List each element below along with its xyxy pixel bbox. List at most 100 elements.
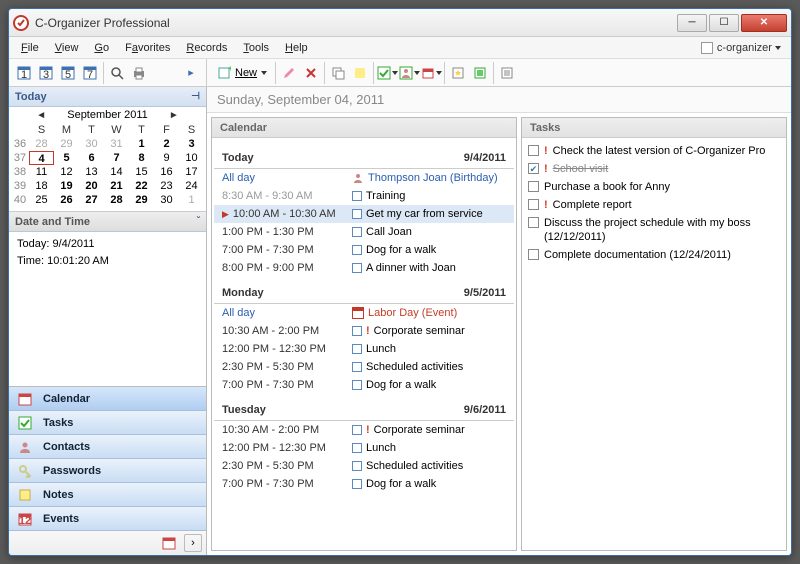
collapse-icon[interactable]: ˇ	[197, 216, 200, 227]
calendar-day[interactable]: 21	[104, 179, 129, 193]
calendar-day[interactable]: 7	[104, 151, 129, 165]
event-row[interactable]: 1:00 PM - 1:30 PM Call Joan	[214, 223, 514, 241]
menu-tools[interactable]: Tools	[235, 40, 277, 56]
calendar-day[interactable]: 28	[104, 193, 129, 207]
calendar-day[interactable]: 14	[104, 165, 129, 179]
event-row[interactable]: All day Labor Day (Event)	[214, 304, 514, 322]
event-row[interactable]: 7:00 PM - 7:30 PM Dog for a walk	[214, 241, 514, 259]
task-checkbox[interactable]	[528, 217, 539, 228]
task-checkbox[interactable]	[528, 199, 539, 210]
calendar-day[interactable]: 3	[179, 137, 204, 151]
toolbar-expand-button[interactable]: ▸	[180, 62, 202, 84]
nav-item-notes[interactable]: Notes	[9, 483, 206, 507]
view-day-button[interactable]: 1	[13, 62, 35, 84]
nav-item-passwords[interactable]: Passwords	[9, 459, 206, 483]
menu-records[interactable]: Records	[178, 40, 235, 56]
event-row[interactable]: 12:00 PM - 12:30 PM Lunch	[214, 340, 514, 358]
menu-help[interactable]: Help	[277, 40, 316, 56]
search-button[interactable]	[106, 62, 128, 84]
context-selector[interactable]: c-organizer	[695, 40, 787, 56]
calendar-day[interactable]: 28	[29, 137, 54, 151]
calendar-day[interactable]: 4	[29, 151, 54, 165]
calendar-day[interactable]: 22	[129, 179, 154, 193]
task-row[interactable]: Discuss the project schedule with my bos…	[528, 214, 780, 246]
calendar-day[interactable]: 15	[129, 165, 154, 179]
view-5day-button[interactable]: 5	[57, 62, 79, 84]
event-row[interactable]: 2:30 PM - 5:30 PM Scheduled activities	[214, 457, 514, 475]
calendar-day[interactable]: 19	[54, 179, 79, 193]
calendar-day[interactable]: 29	[129, 193, 154, 207]
check-button[interactable]	[376, 62, 398, 84]
calendar-day[interactable]: 30	[154, 193, 179, 207]
calendar-day[interactable]: 9	[154, 151, 179, 165]
calendar-day[interactable]: 8	[129, 151, 154, 165]
task-row[interactable]: Complete documentation (12/24/2011)	[528, 246, 780, 264]
calendar-day[interactable]: 30	[79, 137, 104, 151]
today-panel-header[interactable]: Today ⊣	[9, 87, 206, 107]
nav-item-events[interactable]: 12 Events	[9, 507, 206, 531]
event-row[interactable]: 8:30 AM - 9:30 AM Training	[214, 187, 514, 205]
calendar-day[interactable]: 6	[79, 151, 104, 165]
menu-file[interactable]: File	[13, 40, 47, 56]
calendar-day[interactable]: 10	[179, 151, 204, 165]
delete-button[interactable]	[300, 62, 322, 84]
calendar-day[interactable]: 1	[129, 137, 154, 151]
calendar-day[interactable]: 27	[79, 193, 104, 207]
task-checkbox[interactable]: ✔	[528, 163, 539, 174]
event-row[interactable]: 2:30 PM - 5:30 PM Scheduled activities	[214, 358, 514, 376]
calendar-day[interactable]: 16	[154, 165, 179, 179]
nav-more-button[interactable]: ›	[184, 534, 202, 552]
calendar-day[interactable]: 25	[29, 193, 54, 207]
list-view-button[interactable]	[496, 62, 518, 84]
nav-item-contacts[interactable]: Contacts	[9, 435, 206, 459]
calendar-day[interactable]: 13	[79, 165, 104, 179]
menu-view[interactable]: View	[47, 40, 87, 56]
next-month-button[interactable]: ►	[166, 110, 182, 121]
task-checkbox[interactable]	[528, 145, 539, 156]
menu-favorites[interactable]: Favorites	[117, 40, 178, 56]
event-row[interactable]: 12:00 PM - 12:30 PM Lunch	[214, 439, 514, 457]
calendar-day[interactable]: 17	[179, 165, 204, 179]
calendar-day[interactable]: 29	[54, 137, 79, 151]
calendar-day[interactable]: 31	[104, 137, 129, 151]
event-row[interactable]: All day Thompson Joan (Birthday)	[214, 169, 514, 187]
copy-button[interactable]	[327, 62, 349, 84]
category-button[interactable]	[469, 62, 491, 84]
event-row[interactable]: 10:30 AM - 2:00 PM !Corporate seminar	[214, 322, 514, 340]
task-row[interactable]: ! Complete report	[528, 196, 780, 214]
task-list[interactable]: ! Check the latest version of C-Organize…	[522, 138, 786, 268]
close-button[interactable]: ✕	[741, 14, 787, 32]
prev-month-button[interactable]: ◄	[33, 110, 49, 121]
favorite-button[interactable]	[447, 62, 469, 84]
event-row[interactable]: 7:00 PM - 7:30 PM Dog for a walk	[214, 376, 514, 394]
maximize-button[interactable]: ☐	[709, 14, 739, 32]
nav-item-tasks[interactable]: Tasks	[9, 411, 206, 435]
view-3day-button[interactable]: 3	[35, 62, 57, 84]
view-week-button[interactable]: 7	[79, 62, 101, 84]
calendar-day[interactable]: 1	[179, 193, 204, 207]
new-button[interactable]: + New	[211, 62, 273, 84]
pin-icon[interactable]: ⊣	[191, 91, 200, 102]
event-row[interactable]: 7:00 PM - 7:30 PM Dog for a walk	[214, 475, 514, 493]
calendar-day[interactable]: 24	[179, 179, 204, 193]
calendar-body[interactable]: Today 9/4/2011 All day Thompson Joan (Bi…	[212, 138, 516, 550]
event-button[interactable]	[420, 62, 442, 84]
datetime-header[interactable]: Date and Time ˇ	[9, 212, 206, 232]
calendar-day[interactable]: 11	[29, 165, 54, 179]
calendar-day[interactable]: 23	[154, 179, 179, 193]
calendar-day[interactable]: 2	[154, 137, 179, 151]
calendar-day[interactable]: 5	[54, 151, 79, 165]
minimize-button[interactable]: ─	[677, 14, 707, 32]
edit-button[interactable]	[278, 62, 300, 84]
contact-button[interactable]	[398, 62, 420, 84]
event-row[interactable]: ▶10:00 AM - 10:30 AM Get my car from ser…	[214, 205, 514, 223]
nav-item-calendar[interactable]: Calendar	[9, 387, 206, 411]
task-row[interactable]: ! Check the latest version of C-Organize…	[528, 142, 780, 160]
menu-go[interactable]: Go	[86, 40, 117, 56]
nav-calendar-icon[interactable]	[158, 532, 180, 554]
calendar-day[interactable]: 26	[54, 193, 79, 207]
mini-calendar[interactable]: SMTWTFS362829303112337456789103811121314…	[9, 123, 206, 211]
event-row[interactable]: 10:30 AM - 2:00 PM !Corporate seminar	[214, 421, 514, 439]
calendar-day[interactable]: 12	[54, 165, 79, 179]
event-row[interactable]: 8:00 PM - 9:00 PM A dinner with Joan	[214, 259, 514, 277]
